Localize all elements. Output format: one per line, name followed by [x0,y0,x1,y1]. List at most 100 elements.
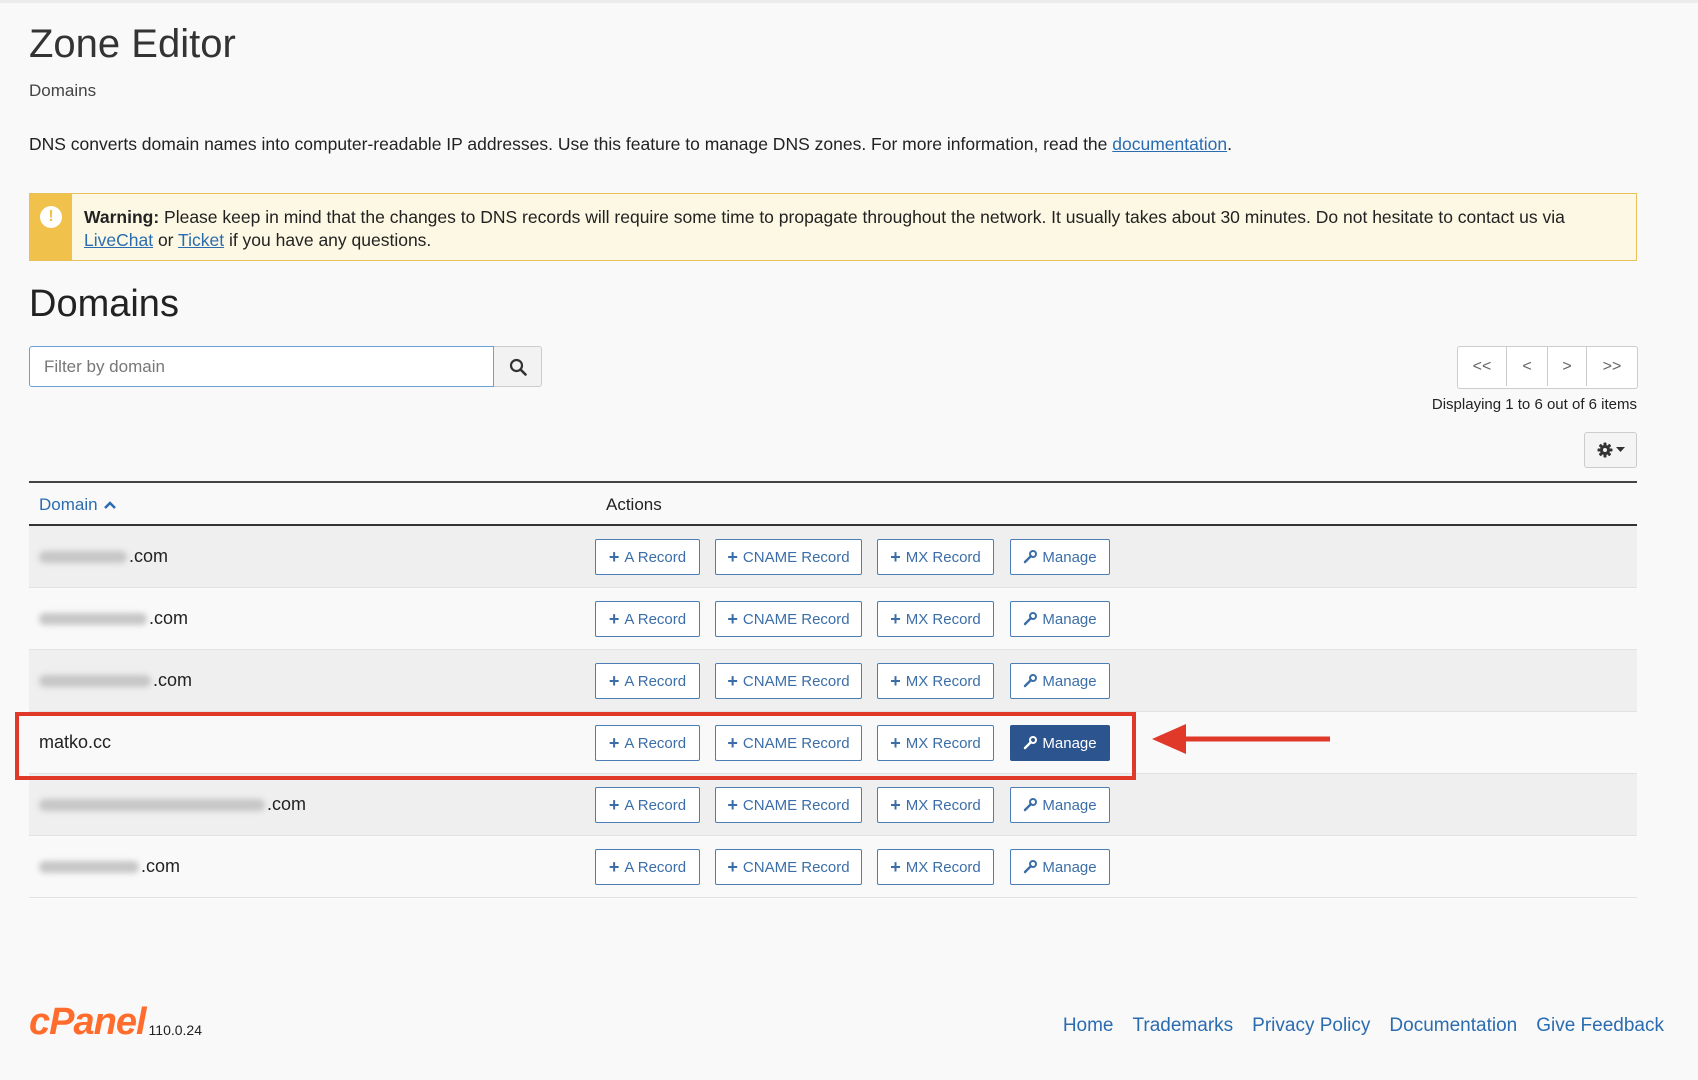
domain-name: .com [141,856,181,876]
footer-link-documentation[interactable]: Documentation [1389,1015,1517,1037]
domain-cell: .com [39,608,188,629]
add-a-record-label: A Record [624,858,687,876]
gear-icon [1597,442,1612,458]
manage-label: Manage [1042,858,1097,876]
add-a-record-button[interactable]: + A Record [595,539,700,575]
actions-column-header: Actions [606,495,662,514]
add-mx-record-button[interactable]: + MX Record [877,849,994,885]
warning-message: Please keep in mind that the changes to … [159,207,1565,227]
add-cname-record-button[interactable]: + CNAME Record [715,849,862,885]
add-cname-record-button[interactable]: + CNAME Record [715,787,862,823]
manage-button[interactable]: Manage [1010,787,1110,823]
domain-filter-input[interactable] [29,346,494,387]
plus-icon: + [727,609,738,629]
intro-text-body: DNS converts domain names into computer-… [29,134,1113,154]
add-cname-record-label: CNAME Record [742,796,850,814]
warning-icon-strip: ! [30,194,72,260]
plus-icon: + [727,795,738,815]
add-a-record-label: A Record [624,796,687,814]
top-strip [0,0,1698,3]
table-row-highlighted: matko.cc + A Record + CNAME Record + MX Rec… [29,712,1637,774]
add-mx-record-label: MX Record [905,672,981,690]
add-cname-record-label: CNAME Record [742,610,850,628]
table-row: .com + A Record + CNAME Record + MX Record … [29,588,1637,650]
add-mx-record-button[interactable]: + MX Record [877,725,994,761]
footer-link-trademarks[interactable]: Trademarks [1133,1015,1234,1037]
table-row: .com + A Record + CNAME Record + MX Record … [29,526,1637,588]
add-mx-record-button[interactable]: + MX Record [877,663,994,699]
domain-column-header[interactable]: Domain [39,495,117,515]
add-cname-record-button[interactable]: + CNAME Record [715,725,862,761]
manage-label: Manage [1042,734,1097,752]
footer-links: Home Trademarks Privacy Policy Documenta… [1063,1015,1664,1037]
warning-alert: ! Warning: Please keep in mind that the … [29,193,1637,261]
wrench-icon [1024,612,1038,626]
manage-button[interactable]: Manage [1010,849,1110,885]
redacted-domain [39,674,151,687]
ticket-link[interactable]: Ticket [178,230,224,250]
livechat-link[interactable]: LiveChat [84,230,153,250]
add-a-record-button[interactable]: + A Record [595,601,700,637]
domains-heading: Domains [29,283,179,325]
add-a-record-button[interactable]: + A Record [595,849,700,885]
add-cname-record-button[interactable]: + CNAME Record [715,601,862,637]
add-mx-record-button[interactable]: + MX Record [877,539,994,575]
search-button[interactable] [494,346,542,387]
add-cname-record-label: CNAME Record [742,672,850,690]
add-mx-record-label: MX Record [905,610,981,628]
intro-text-end: . [1227,134,1232,154]
wrench-icon [1024,860,1038,874]
settings-dropdown-button[interactable] [1584,432,1637,468]
plus-icon: + [608,671,620,691]
domain-cell: .com [39,856,180,877]
manage-button[interactable]: Manage [1010,725,1110,761]
add-cname-record-button[interactable]: + CNAME Record [715,663,862,699]
caret-down-icon [1615,447,1625,452]
pagination: << < > >> [1457,346,1638,389]
add-cname-record-label: CNAME Record [742,858,850,876]
wrench-icon [1024,674,1038,688]
intro-text: DNS converts domain names into computer-… [29,134,1232,155]
plus-icon: + [890,609,901,629]
add-a-record-button[interactable]: + A Record [595,787,700,823]
annotation-arrow-icon [1152,724,1330,754]
add-mx-record-button[interactable]: + MX Record [877,601,994,637]
add-mx-record-button[interactable]: + MX Record [877,787,994,823]
prev-page-button[interactable]: < [1506,347,1547,386]
warning-mid: or [153,230,179,250]
manage-label: Manage [1042,796,1097,814]
add-mx-record-label: MX Record [905,734,981,752]
footer-link-privacy-policy[interactable]: Privacy Policy [1252,1015,1370,1037]
warning-text: Warning: Please keep in mind that the ch… [72,194,1636,260]
table-row: .com + A Record + CNAME Record + MX Record … [29,650,1637,712]
wrench-icon [1024,550,1038,564]
plus-icon: + [890,671,901,691]
plus-icon: + [727,857,738,877]
cpanel-logo-text: cPanel [29,1001,147,1043]
add-a-record-button[interactable]: + A Record [595,663,700,699]
cpanel-logo: cPanel 110.0.24 [29,1003,202,1041]
domain-cell: matko.cc [39,732,111,753]
plus-icon: + [608,795,620,815]
manage-label: Manage [1042,610,1097,628]
next-page-button[interactable]: > [1547,347,1586,386]
documentation-link[interactable]: documentation [1112,134,1227,154]
add-a-record-label: A Record [624,672,687,690]
display-count: Displaying 1 to 6 out of 6 items [1431,396,1637,413]
manage-button[interactable]: Manage [1010,539,1110,575]
domain-cell: .com [39,546,168,567]
last-page-button[interactable]: >> [1586,347,1637,386]
add-a-record-button[interactable]: + A Record [595,725,700,761]
footer-link-home[interactable]: Home [1063,1015,1114,1037]
plus-icon: + [608,857,620,877]
manage-button[interactable]: Manage [1010,663,1110,699]
add-cname-record-button[interactable]: + CNAME Record [715,539,862,575]
domains-table: Domain Actions .com + A Record + CNAME Rec… [29,481,1637,898]
manage-button[interactable]: Manage [1010,601,1110,637]
warning-label: Warning: [84,207,160,227]
add-cname-record-label: CNAME Record [742,734,850,752]
footer-link-give-feedback[interactable]: Give Feedback [1536,1015,1664,1037]
add-mx-record-label: MX Record [905,548,981,566]
first-page-button[interactable]: << [1458,347,1506,386]
add-cname-record-label: CNAME Record [742,548,850,566]
